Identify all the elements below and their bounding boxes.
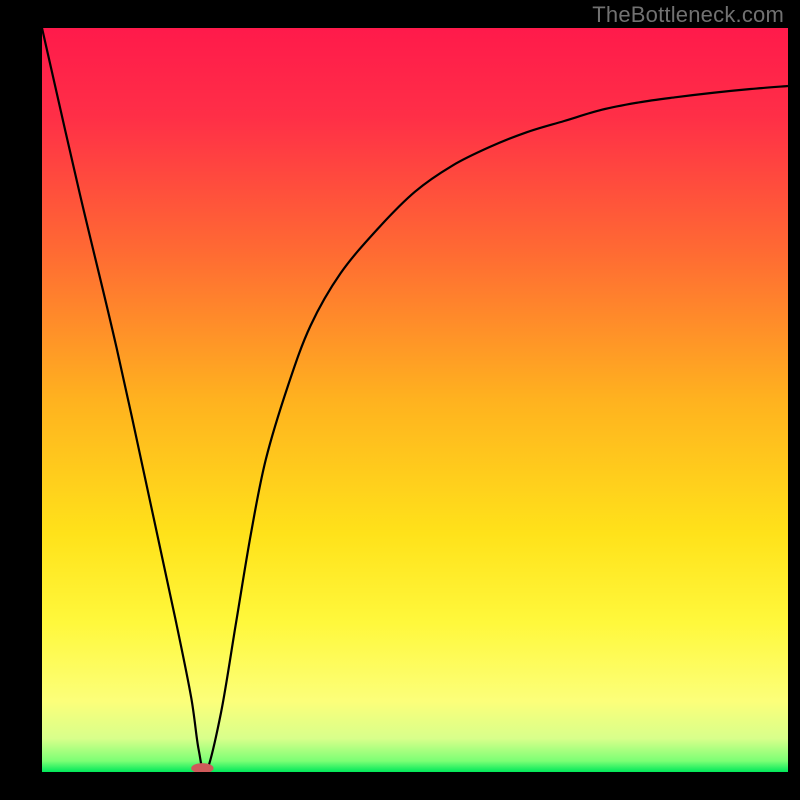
watermark-text: TheBottleneck.com	[592, 2, 784, 28]
chart-svg	[42, 28, 788, 772]
chart-frame: TheBottleneck.com	[0, 0, 800, 800]
gradient-background	[42, 28, 788, 772]
plot-area	[42, 28, 788, 772]
